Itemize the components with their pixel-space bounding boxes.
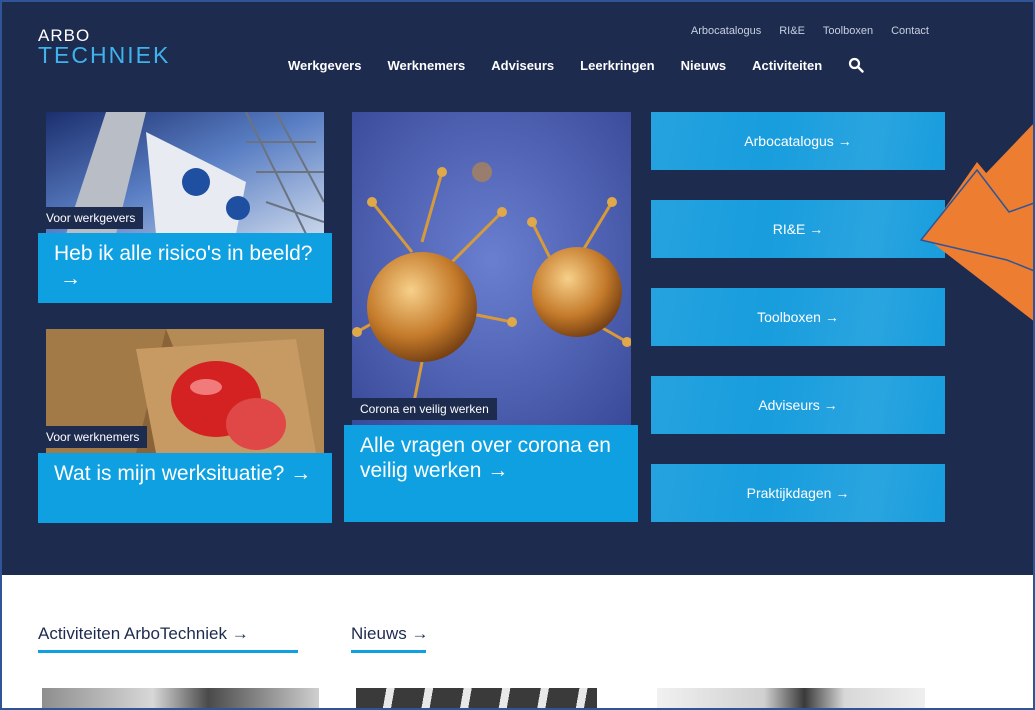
top-link-contact[interactable]: Contact [891, 25, 929, 37]
section-activiteiten-heading[interactable]: Activiteiten ArboTechniek → [38, 624, 249, 644]
top-links: Arbocatalogus RI&E Toolboxen Contact [691, 25, 929, 37]
tag-voor-werkgevers: Voor werkgevers [38, 207, 144, 229]
nav-werknemers[interactable]: Werknemers [387, 58, 465, 73]
arrow-right-icon: → [487, 459, 509, 482]
arrow-right-icon: → [290, 462, 312, 485]
quick-link-label: Adviseurs → [758, 397, 838, 413]
arrow-right-icon: → [60, 267, 81, 290]
nav-activiteiten[interactable]: Activiteiten [752, 58, 822, 73]
main-nav: Werkgevers Werknemers Adviseurs Leerkrin… [288, 57, 864, 73]
nav-adviseurs[interactable]: Adviseurs [491, 58, 554, 73]
quick-link-label: RI&E → [772, 221, 824, 237]
quick-link-adviseurs[interactable]: Adviseurs → [651, 376, 945, 434]
card-title-corona[interactable]: Alle vragen over corona en veilig werken… [344, 425, 638, 522]
top-link-arbocatalogus[interactable]: Arbocatalogus [691, 25, 761, 37]
activity-thumbnail-1[interactable] [42, 688, 319, 708]
browser-frame: ARBO TECHNIEK Arbocatalogus RI&E Toolbox… [0, 0, 1035, 710]
card-corona[interactable] [352, 112, 631, 442]
site-logo[interactable]: ARBO TECHNIEK [38, 27, 170, 67]
annotation-arrow-icon [919, 124, 1033, 321]
card-title-werknemers-text: Wat is mijn werksituatie? [54, 462, 285, 485]
nav-leerkringen[interactable]: Leerkringen [580, 58, 654, 73]
nav-werkgevers[interactable]: Werkgevers [288, 58, 361, 73]
top-link-rie[interactable]: RI&E [779, 25, 805, 37]
section-activiteiten-underline [38, 650, 298, 653]
activity-thumbnail-3[interactable] [657, 688, 925, 708]
quick-link-toolboxen[interactable]: Toolboxen → [651, 288, 945, 346]
quick-link-label: Toolboxen → [757, 309, 839, 325]
hero-section: ARBO TECHNIEK Arbocatalogus RI&E Toolbox… [2, 2, 1033, 575]
top-link-toolboxen[interactable]: Toolboxen [823, 25, 873, 37]
tag-voor-werknemers: Voor werknemers [38, 426, 148, 448]
search-icon[interactable] [848, 57, 864, 73]
nav-nieuws[interactable]: Nieuws [681, 58, 727, 73]
card-title-werknemers[interactable]: Wat is mijn werksituatie? → [38, 453, 332, 523]
logo-line-2: TECHNIEK [38, 42, 171, 68]
virus-image [352, 112, 631, 442]
quick-link-praktijkdagen[interactable]: Praktijkdagen → [651, 464, 945, 522]
card-title-werkgevers[interactable]: Heb ik alle risico's in beeld?→ [38, 233, 332, 303]
quick-link-rie[interactable]: RI&E → [651, 200, 945, 258]
card-title-corona-text: Alle vragen over corona en veilig werken [360, 434, 611, 482]
activity-thumbnail-2[interactable] [356, 688, 597, 708]
section-nieuws-heading[interactable]: Nieuws → [351, 624, 428, 644]
quick-link-label: Arbocatalogus → [744, 133, 852, 149]
section-nieuws-underline [351, 650, 426, 653]
tag-corona: Corona en veilig werken [352, 398, 497, 420]
quick-link-arbocatalogus[interactable]: Arbocatalogus → [651, 112, 945, 170]
quick-link-label: Praktijkdagen → [746, 485, 850, 501]
card-title-werkgevers-text: Heb ik alle risico's in beeld? [54, 242, 313, 265]
